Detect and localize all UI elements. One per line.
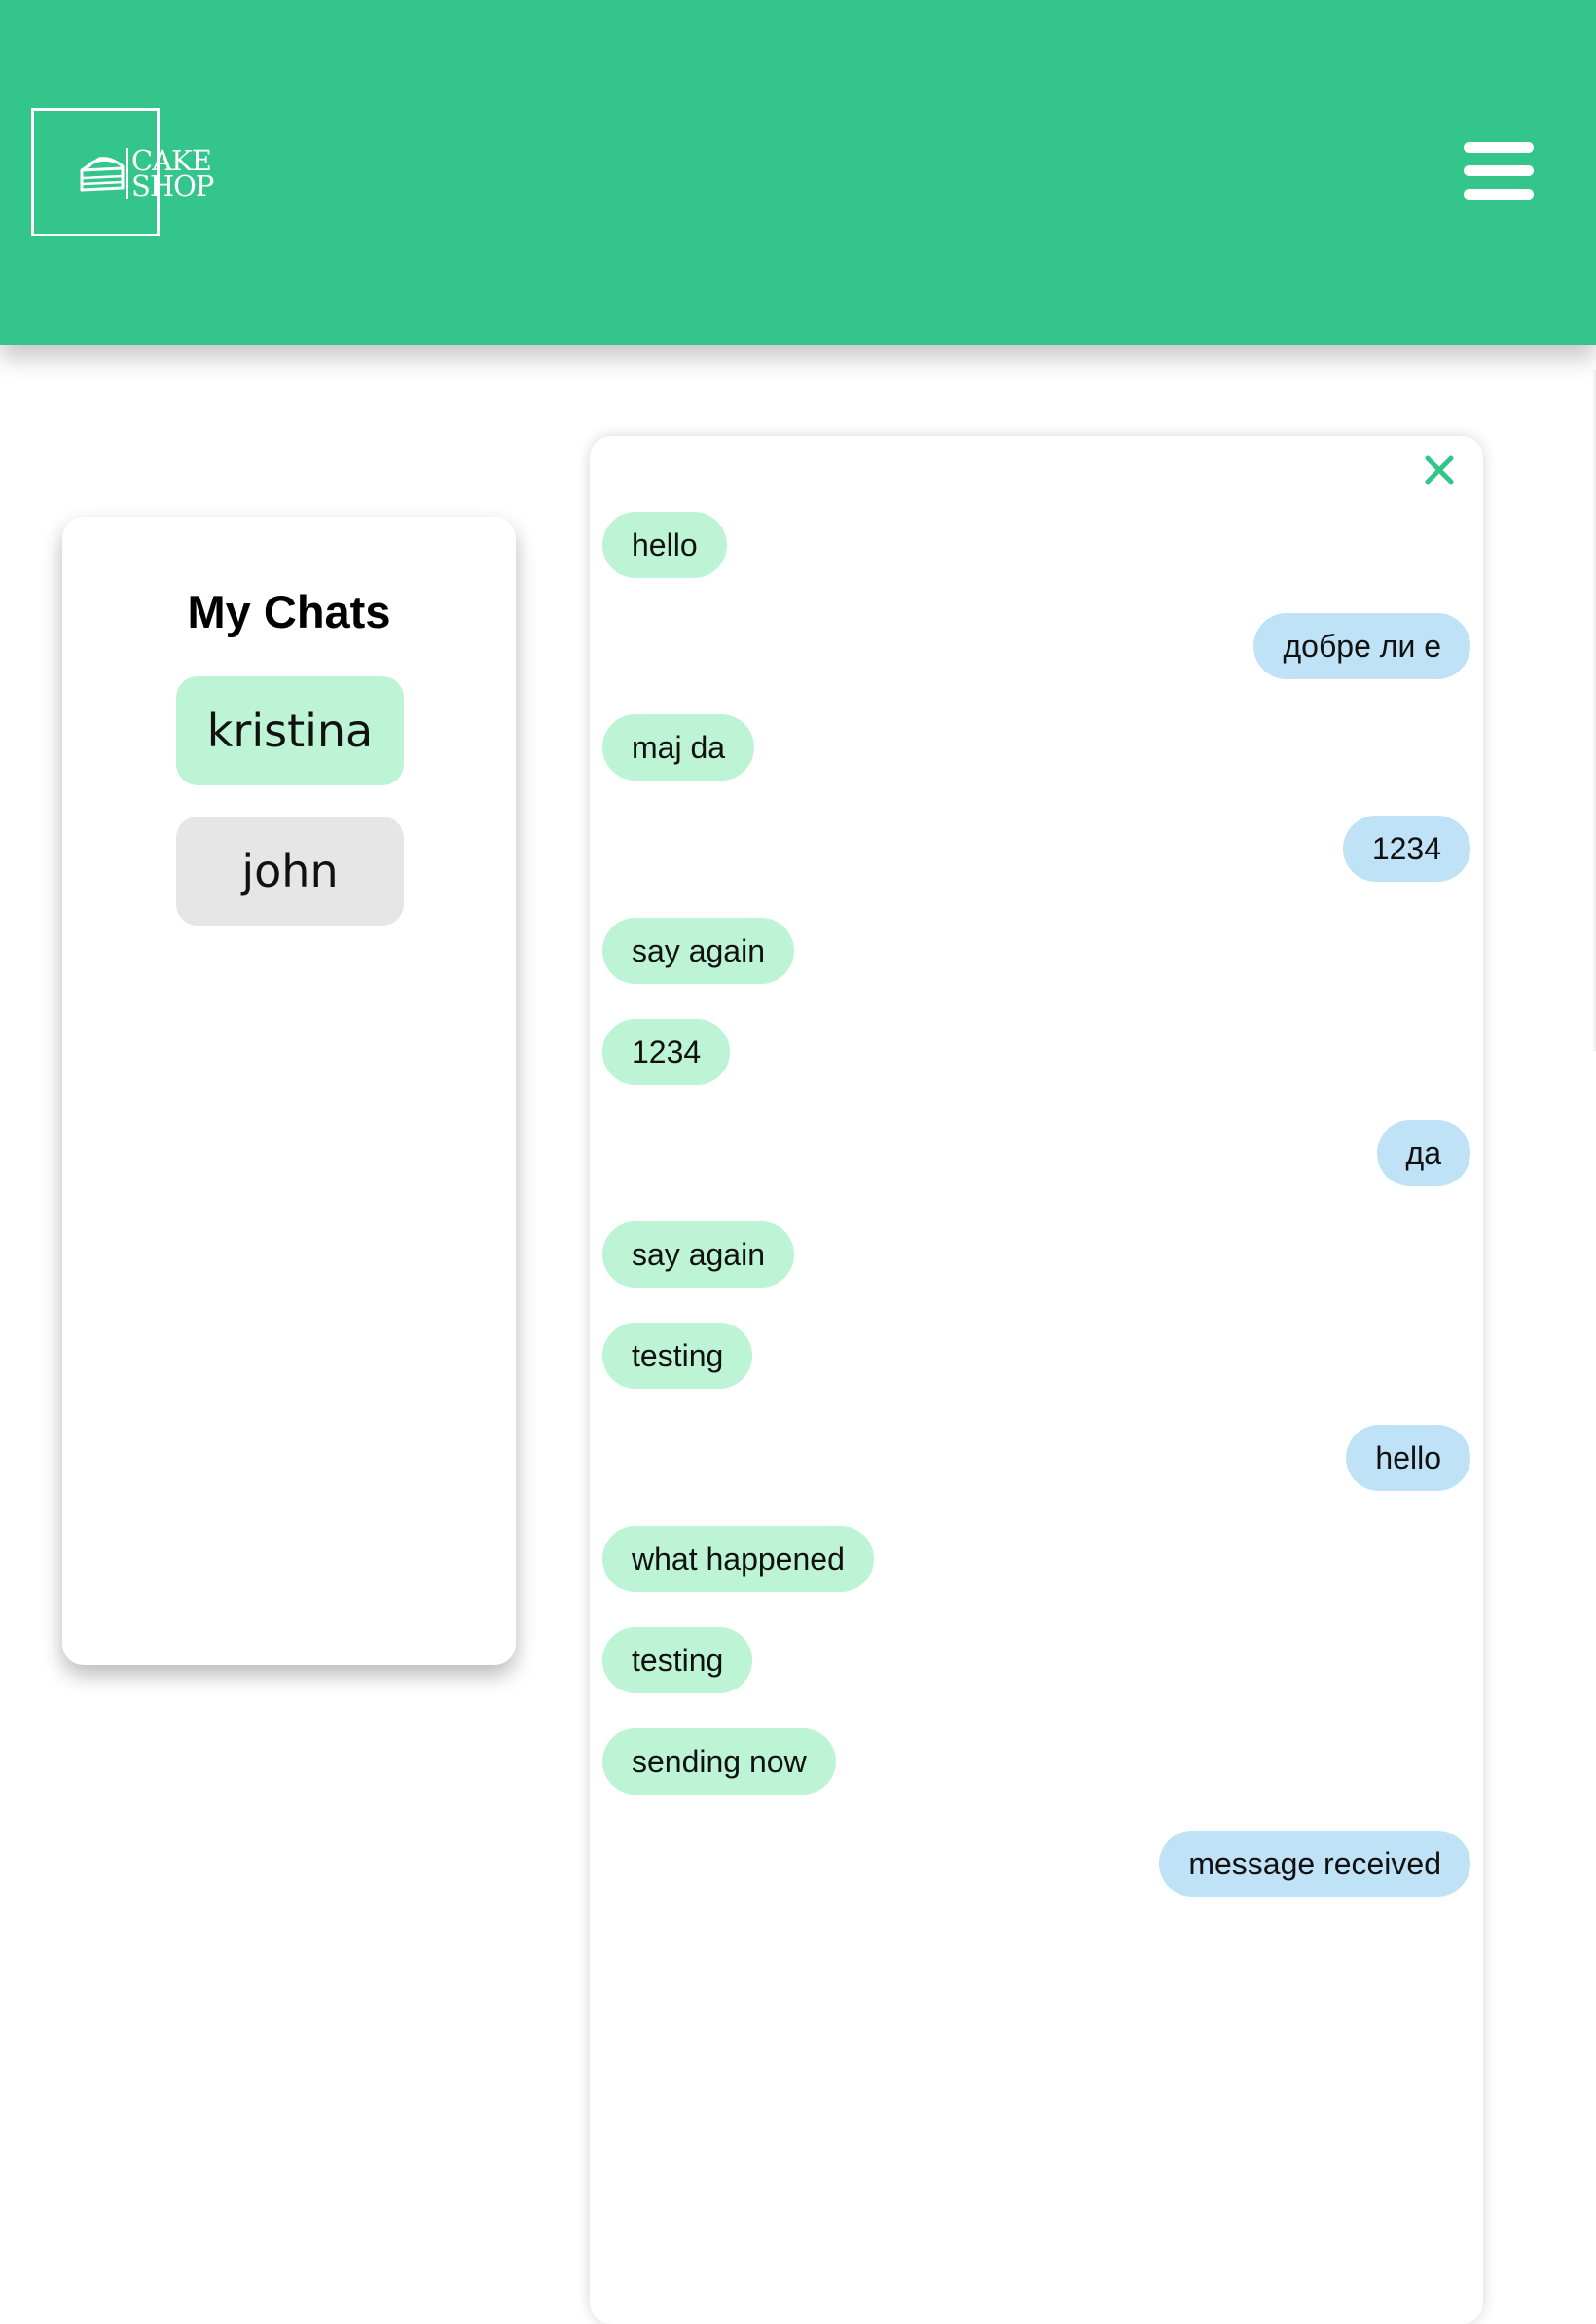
- hamburger-menu-icon[interactable]: [1464, 140, 1534, 202]
- message-incoming: what happened: [602, 1526, 874, 1592]
- message-outgoing: добре ли е: [1253, 613, 1470, 679]
- logo-text-line2: SHOP: [131, 169, 214, 202]
- chat-item-kristina[interactable]: kristina: [176, 676, 404, 785]
- cake-slice-icon: [78, 153, 127, 198]
- logo-wordmark: CAKE SHOP: [126, 147, 214, 202]
- message-incoming: say again: [602, 1221, 794, 1288]
- chat-item-john[interactable]: john: [176, 817, 404, 926]
- message-incoming: maj da: [602, 714, 755, 781]
- message-incoming: 1234: [602, 1019, 731, 1085]
- message-outgoing: да: [1376, 1120, 1470, 1186]
- menu-bar: [1464, 142, 1534, 153]
- menu-bar: [1464, 165, 1534, 176]
- menu-bar: [1464, 189, 1534, 200]
- message-incoming: testing: [602, 1627, 753, 1693]
- message-incoming: sending now: [602, 1728, 836, 1795]
- message-incoming: hello: [602, 512, 727, 578]
- my-chats-panel: My Chats kristina john: [62, 517, 516, 1665]
- message-incoming: testing: [602, 1323, 753, 1389]
- message-incoming: say again: [602, 918, 794, 984]
- message-outgoing: 1234: [1342, 816, 1470, 882]
- message-outgoing: hello: [1346, 1425, 1470, 1491]
- chat-conversation-panel: hello добре ли е maj da 1234 say again 1…: [590, 436, 1483, 2324]
- app-header: CAKE SHOP: [0, 0, 1596, 345]
- page-edge-shadow: [1592, 370, 1596, 1051]
- message-outgoing: message received: [1159, 1831, 1470, 1897]
- cake-shop-logo[interactable]: CAKE SHOP: [31, 108, 214, 236]
- my-chats-title: My Chats: [187, 586, 391, 637]
- close-icon[interactable]: [1422, 453, 1457, 488]
